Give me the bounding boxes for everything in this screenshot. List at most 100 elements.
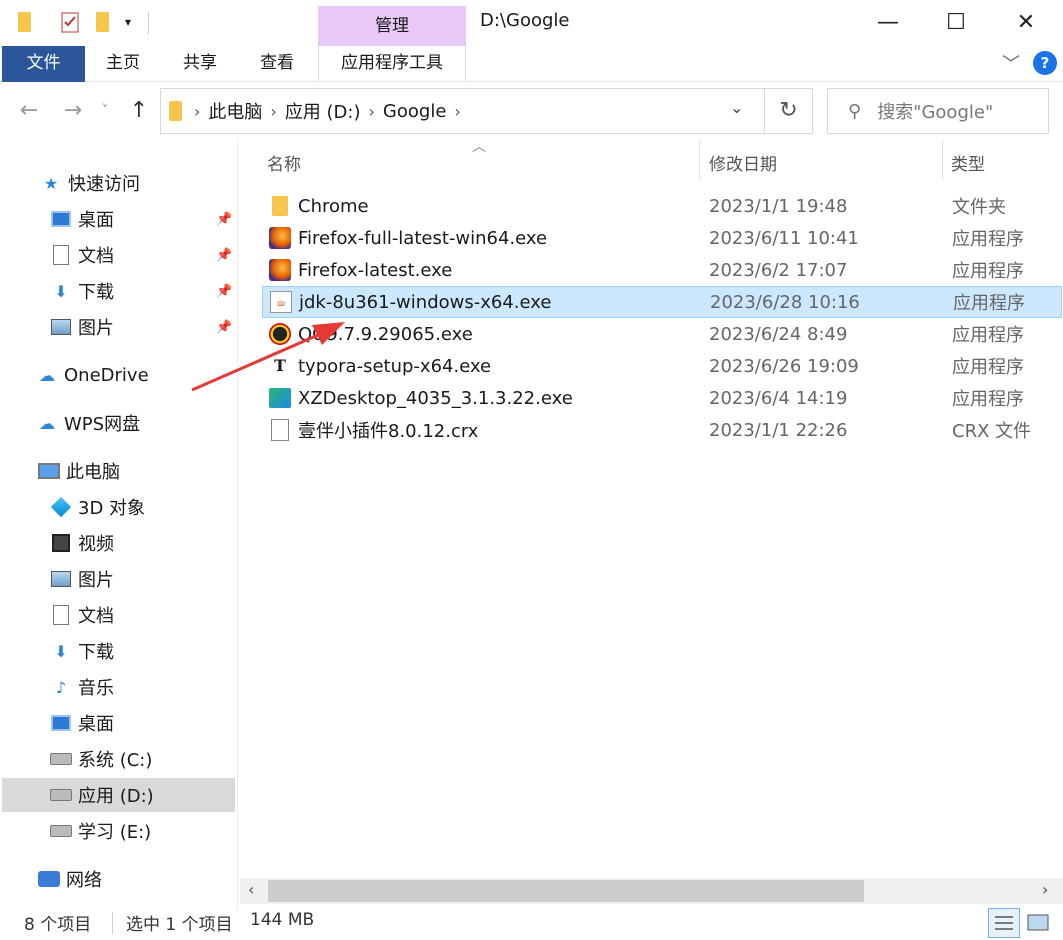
- star-icon: ★: [43, 173, 59, 193]
- chevron-right-icon[interactable]: ›: [270, 102, 276, 121]
- breadcrumb-this-pc[interactable]: 此电脑: [208, 98, 262, 124]
- firefox-icon: [268, 258, 292, 282]
- column-header-date[interactable]: 修改日期: [709, 150, 777, 175]
- sidebar-item-desktop-pc[interactable]: 桌面: [50, 706, 114, 740]
- chevron-right-icon[interactable]: ›: [454, 102, 460, 121]
- sidebar-item-quick-access[interactable]: ★ 快速访问: [40, 166, 140, 200]
- tab-share[interactable]: 共享: [170, 46, 230, 82]
- sort-ascending-icon: ︿: [472, 139, 486, 155]
- sidebar-label: WPS网盘: [64, 414, 141, 435]
- sidebar-item-network[interactable]: 网络: [38, 862, 102, 896]
- column-divider[interactable]: [699, 140, 700, 180]
- tab-view[interactable]: 查看: [246, 46, 308, 82]
- sidebar-item-pictures[interactable]: 图片 📌: [50, 310, 238, 344]
- tab-application-tools[interactable]: 应用程序工具: [318, 46, 466, 82]
- java-icon: ☕: [269, 290, 293, 314]
- sidebar-item-downloads[interactable]: ⬇ 下载 📌: [50, 274, 238, 308]
- file-row[interactable]: 壹伴小插件8.0.12.crx 2023/1/1 22:26 CRX 文件: [262, 414, 1062, 446]
- column-header-name[interactable]: 名称: [267, 150, 301, 175]
- sidebar-item-documents[interactable]: 文档 📌: [50, 238, 238, 272]
- recent-locations-icon[interactable]: ˅: [90, 96, 120, 126]
- sidebar-item-this-pc[interactable]: 此电脑: [38, 454, 120, 488]
- folder-icon[interactable]: [14, 10, 34, 34]
- pin-icon[interactable]: 📌: [216, 320, 232, 335]
- sidebar-item-documents-pc[interactable]: 文档: [50, 598, 114, 632]
- picture-icon: [50, 569, 72, 589]
- sidebar-item-pictures-pc[interactable]: 图片: [50, 562, 114, 596]
- sidebar-item-videos[interactable]: 视频: [50, 526, 114, 560]
- sidebar-label: 下载: [78, 642, 114, 663]
- file-row[interactable]: Chrome 2023/1/1 19:48 文件夹: [262, 190, 1062, 222]
- file-row[interactable]: XZDesktop_4035_3.1.3.22.exe 2023/6/4 14:…: [262, 382, 1062, 414]
- file-date: 2023/1/1 19:48: [709, 195, 848, 217]
- minimize-button[interactable]: —: [873, 8, 903, 38]
- file-row[interactable]: Firefox-latest.exe 2023/6/2 17:07 应用程序: [262, 254, 1062, 286]
- chevron-down-icon[interactable]: ⌄: [730, 98, 743, 117]
- cube-icon: [50, 496, 72, 518]
- up-arrow-icon[interactable]: ↑: [124, 96, 154, 126]
- sidebar-label: 3D 对象: [78, 498, 146, 519]
- breadcrumb-google[interactable]: Google: [383, 101, 446, 122]
- pin-icon[interactable]: 📌: [216, 248, 232, 263]
- forward-arrow-icon[interactable]: →: [58, 96, 88, 126]
- xzdesktop-icon: [268, 386, 292, 410]
- help-button[interactable]: ?: [1033, 51, 1057, 75]
- close-button[interactable]: ✕: [1011, 8, 1041, 38]
- new-folder-icon[interactable]: [92, 10, 112, 34]
- back-arrow-icon[interactable]: ←: [14, 96, 44, 126]
- file-name: typora-setup-x64.exe: [298, 355, 492, 377]
- sidebar-item-onedrive[interactable]: ☁ OneDrive: [36, 358, 149, 392]
- expand-ribbon-icon[interactable]: ﹀: [1002, 50, 1020, 76]
- scrollbar-thumb[interactable]: [268, 880, 864, 902]
- horizontal-scrollbar[interactable]: ‹ ›: [240, 878, 1063, 904]
- refresh-button[interactable]: ↻: [765, 88, 813, 134]
- details-view-button[interactable]: [988, 908, 1020, 938]
- drive-icon: [50, 785, 72, 805]
- file-row-selected[interactable]: ☕ jdk-8u361-windows-x64.exe 2023/6/28 10…: [262, 286, 1062, 318]
- file-name: 壹伴小插件8.0.12.crx: [298, 421, 479, 442]
- file-list: ︿ 名称 修改日期 类型 Chrome 2023/1/1 19:48 文件夹 F…: [240, 139, 1063, 878]
- file-row[interactable]: QQ9.7.9.29065.exe 2023/6/24 8:49 应用程序: [262, 318, 1062, 350]
- tab-file[interactable]: 文件: [2, 46, 85, 82]
- sidebar-item-music[interactable]: ♪ 音乐: [50, 670, 114, 704]
- properties-icon[interactable]: [60, 10, 80, 34]
- sidebar-item-desktop[interactable]: 桌面 📌: [50, 202, 238, 236]
- large-icons-view-button[interactable]: [1022, 908, 1054, 938]
- toolbar-divider: [148, 12, 149, 34]
- sidebar-item-drive-e[interactable]: 学习 (E:): [50, 814, 151, 848]
- file-date: 2023/1/1 22:26: [709, 419, 848, 441]
- maximize-button[interactable]: ☐: [941, 8, 971, 38]
- sidebar-label: 桌面: [78, 714, 114, 735]
- sidebar-item-wps[interactable]: ☁ WPS网盘: [36, 406, 140, 440]
- sidebar-item-3d-objects[interactable]: 3D 对象: [50, 490, 145, 524]
- search-icon: ⚲: [848, 100, 862, 122]
- scroll-right-icon[interactable]: ›: [1042, 880, 1048, 899]
- chevron-right-icon[interactable]: ›: [369, 102, 375, 121]
- address-bar[interactable]: › 此电脑 › 应用 (D:) › Google ›: [160, 88, 765, 134]
- pin-icon[interactable]: 📌: [216, 212, 232, 227]
- sidebar-item-drive-c[interactable]: 系统 (C:): [50, 742, 152, 776]
- search-box[interactable]: ⚲ 搜索"Google": [827, 88, 1049, 134]
- sidebar-item-downloads-pc[interactable]: ⬇ 下载: [50, 634, 114, 668]
- sidebar-label: 音乐: [78, 678, 114, 699]
- sidebar-label: 此电脑: [66, 462, 120, 483]
- tab-manage[interactable]: 管理: [318, 6, 466, 46]
- chevron-right-icon[interactable]: ›: [194, 102, 200, 121]
- column-header-type[interactable]: 类型: [951, 150, 985, 175]
- sidebar-item-drive-d[interactable]: 应用 (D:): [2, 778, 235, 812]
- file-type: 应用程序: [952, 325, 1024, 346]
- file-row[interactable]: T typora-setup-x64.exe 2023/6/26 19:09 应…: [262, 350, 1062, 382]
- scroll-left-icon[interactable]: ‹: [248, 880, 254, 899]
- firefox-icon: [268, 226, 292, 250]
- file-row[interactable]: Firefox-full-latest-win64.exe 2023/6/11 …: [262, 222, 1062, 254]
- pin-icon[interactable]: 📌: [216, 284, 232, 299]
- column-divider[interactable]: [942, 140, 943, 180]
- file-date: 2023/6/4 14:19: [709, 387, 848, 409]
- file-type: 应用程序: [952, 229, 1024, 250]
- title-bar: ▾ 管理 D:\Google — ☐ ✕: [0, 0, 1063, 46]
- sidebar-label: 文档: [78, 246, 114, 267]
- film-icon: [50, 533, 72, 553]
- breadcrumb-drive-d[interactable]: 应用 (D:): [285, 98, 361, 124]
- tab-home[interactable]: 主页: [92, 46, 154, 82]
- customize-toolbar-icon[interactable]: ▾: [118, 10, 138, 34]
